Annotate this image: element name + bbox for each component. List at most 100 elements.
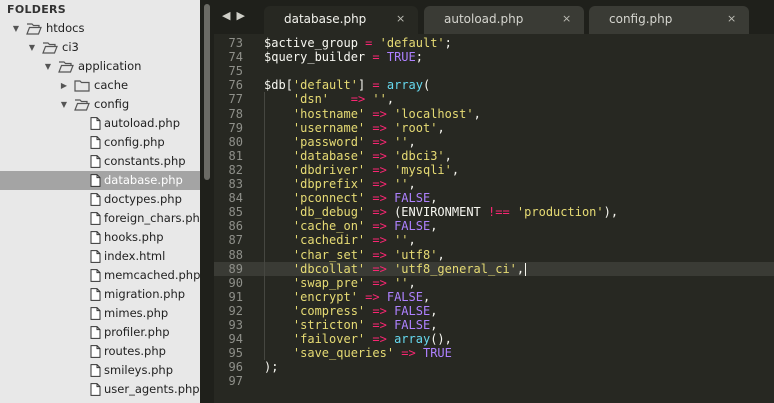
scrollbar-thumb[interactable]: [204, 4, 210, 180]
tree-file[interactable]: user_agents.php: [0, 380, 200, 399]
code-text: $db['default'] = array(: [264, 78, 430, 92]
code-editor[interactable]: 73 $active_group = 'default'; 74 $query_bui…: [214, 34, 774, 403]
code-line[interactable]: 73 $active_group = 'default';: [214, 36, 774, 50]
code-token: 'swap_pre': [292, 276, 366, 290]
tab-database[interactable]: database.php ×: [264, 6, 418, 34]
tab-autoload[interactable]: autoload.php ×: [424, 6, 584, 34]
code-line[interactable]: 90 'swap_pre' => '',: [214, 276, 774, 290]
code-line[interactable]: 79 'username' => 'root',: [214, 121, 774, 135]
code-line[interactable]: 78 'hostname' => 'localhost',: [214, 107, 774, 121]
code-line[interactable]: 93 'stricton' => FALSE,: [214, 318, 774, 332]
line-number: 78: [228, 107, 243, 121]
code-token: $db: [264, 78, 286, 92]
close-icon[interactable]: ×: [727, 6, 736, 32]
tree-file[interactable]: config.php: [0, 133, 200, 152]
code-token: ;: [415, 50, 423, 64]
code-token: TRUE: [386, 50, 416, 64]
code-line[interactable]: 80 'password' => '',: [214, 135, 774, 149]
code-token: 'cachedir': [292, 233, 366, 247]
code-token: 'dbdriver': [292, 163, 366, 177]
code-line[interactable]: 87 'cachedir' => '',: [214, 233, 774, 247]
tree-file[interactable]: hooks.php: [0, 228, 200, 247]
line-number: 90: [228, 276, 243, 290]
close-icon[interactable]: ×: [396, 6, 405, 32]
tree-file[interactable]: memcached.php: [0, 266, 200, 285]
code-line[interactable]: 89 'dbcollat' => 'utf8_general_ci',: [214, 262, 774, 276]
tree-folder-htdocs[interactable]: ▼ htdocs: [0, 19, 200, 38]
tree-folder-ci3[interactable]: ▼ ci3: [0, 38, 200, 57]
nav-left-icon[interactable]: ◀: [222, 9, 236, 22]
code-text: 'hostname' => 'localhost',: [264, 107, 481, 121]
line-number: 89: [228, 262, 243, 276]
code-line[interactable]: 88 'char_set' => 'utf8',: [214, 248, 774, 262]
code-line[interactable]: 75: [214, 64, 774, 78]
code-token: FALSE: [394, 219, 431, 233]
line-number: 92: [228, 304, 243, 318]
code-token: =>: [372, 107, 387, 121]
code-token: =>: [372, 135, 387, 149]
chevron-down-icon[interactable]: ▼: [11, 19, 21, 38]
line-number: 81: [228, 149, 243, 163]
line-number: 94: [228, 332, 243, 346]
tree-file[interactable]: profiler.php: [0, 323, 200, 342]
tab-nav-arrows[interactable]: ◀▶: [222, 9, 251, 22]
code-token: 'db_debug': [292, 205, 366, 219]
code-line[interactable]: 84 'pconnect' => FALSE,: [214, 191, 774, 205]
code-line[interactable]: 85 'db_debug' => (ENVIRONMENT !== 'produ…: [214, 205, 774, 219]
code-line[interactable]: 97: [214, 374, 774, 388]
code-line[interactable]: 95 'save_queries' => TRUE: [214, 346, 774, 360]
code-token: =>: [372, 149, 387, 163]
code-line[interactable]: 82 'dbdriver' => 'mysqli',: [214, 163, 774, 177]
tab-label: config.php: [609, 12, 673, 26]
chevron-right-icon[interactable]: ▶: [59, 76, 69, 95]
code-line[interactable]: 74 $query_builder = TRUE;: [214, 50, 774, 64]
code-text: 'username' => 'root',: [264, 121, 445, 135]
code-token: [: [285, 78, 293, 92]
code-token: 'failover': [292, 332, 366, 346]
tree-file[interactable]: foreign_chars.php: [0, 209, 200, 228]
tree-file[interactable]: index.html: [0, 247, 200, 266]
code-text: 'dbdriver' => 'mysqli',: [264, 163, 459, 177]
chevron-down-icon[interactable]: ▼: [27, 38, 37, 57]
tree-file[interactable]: migration.php: [0, 285, 200, 304]
code-line[interactable]: 91 'encrypt' => FALSE,: [214, 290, 774, 304]
tree-file[interactable]: autoload.php: [0, 114, 200, 133]
tree-file[interactable]: mimes.php: [0, 304, 200, 323]
code-line[interactable]: 96);: [214, 360, 774, 374]
code-line[interactable]: 92 'compress' => FALSE,: [214, 304, 774, 318]
sidebar-scrollbar[interactable]: [200, 0, 214, 403]
code-token: FALSE: [386, 290, 423, 304]
code-text: 'dsn' => '',: [264, 92, 394, 106]
code-line[interactable]: 77 'dsn' => '',: [214, 92, 774, 106]
code-line[interactable]: 94 'failover' => array(),: [214, 332, 774, 346]
tree-file[interactable]: routes.php: [0, 342, 200, 361]
nav-right-icon[interactable]: ▶: [236, 9, 250, 22]
tree-folder-cache[interactable]: ▶ cache: [0, 76, 200, 95]
tab-config[interactable]: config.php ×: [589, 6, 749, 34]
tree-file[interactable]: constants.php: [0, 152, 200, 171]
code-token: ),: [603, 205, 619, 219]
code-token: FALSE: [394, 191, 431, 205]
tree-file[interactable]: database.php: [0, 171, 200, 190]
tree-item-label: doctypes.php: [104, 192, 182, 206]
tree-folder-config[interactable]: ▼ config: [0, 95, 200, 114]
code-line[interactable]: 81 'database' => 'dbci3',: [214, 149, 774, 163]
code-text: 'stricton' => FALSE,: [264, 318, 438, 332]
chevron-down-icon[interactable]: ▼: [43, 57, 53, 76]
chevron-down-icon[interactable]: ▼: [59, 95, 69, 114]
tree-file[interactable]: doctypes.php: [0, 190, 200, 209]
tree-file[interactable]: smileys.php: [0, 361, 200, 380]
tree-folder-application[interactable]: ▼ application: [0, 57, 200, 76]
close-icon[interactable]: ×: [562, 6, 571, 32]
code-line[interactable]: 86 'cache_on' => FALSE,: [214, 219, 774, 233]
code-line[interactable]: 76 $db['default'] = array(: [214, 78, 774, 92]
code-line[interactable]: 83 'dbprefix' => '',: [214, 177, 774, 191]
tree-item-label: cache: [94, 78, 129, 92]
